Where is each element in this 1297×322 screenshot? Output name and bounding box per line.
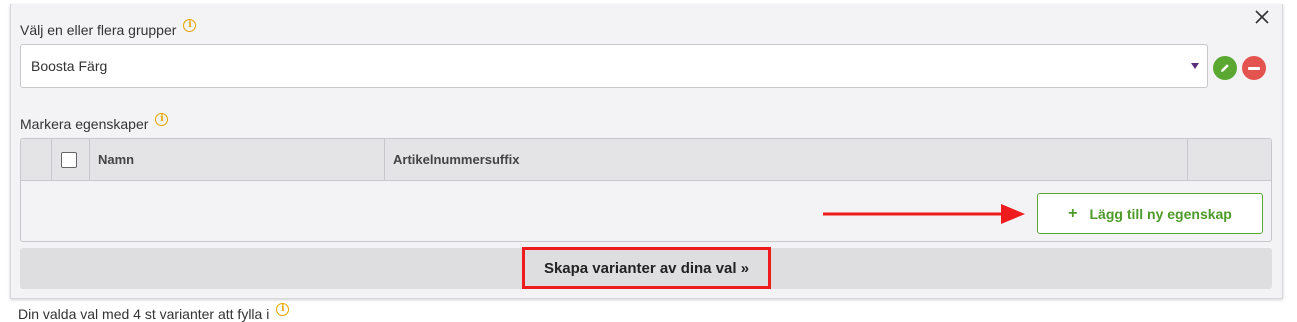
column-header-name[interactable]: Namn	[90, 139, 385, 180]
add-property-label: Lägg till ny egenskap	[1089, 205, 1232, 222]
remove-group-button[interactable]	[1242, 56, 1266, 80]
select-all-checkbox[interactable]	[61, 151, 77, 168]
groups-label-text: Välj en eller flera grupper	[20, 22, 177, 38]
properties-table: Namn Artikelnummersuffix + Lägg till ny …	[20, 138, 1272, 242]
column-header-suffix[interactable]: Artikelnummersuffix	[385, 139, 1188, 180]
group-select[interactable]: Boosta Färg	[20, 44, 1208, 88]
groups-label: Välj en eller flera grupper i	[20, 18, 197, 38]
select-all-column	[52, 139, 90, 180]
pencil-icon	[1221, 64, 1229, 72]
group-select-value: Boosta Färg	[31, 58, 108, 74]
drag-column-header	[21, 139, 52, 180]
properties-label-text: Markera egenskaper	[20, 116, 149, 132]
actions-column-header	[1188, 139, 1271, 180]
submit-bar: Skapa varianter av dina val »	[20, 247, 1272, 289]
dropdown-caret-icon	[1191, 63, 1199, 69]
red-arrow-annotation	[823, 204, 1025, 224]
footer-text: Din valda val med 4 st varianter att fyl…	[18, 302, 290, 322]
edit-group-button[interactable]	[1213, 56, 1237, 80]
minus-icon	[1248, 66, 1260, 70]
add-property-button[interactable]: + Lägg till ny egenskap	[1037, 193, 1263, 234]
plus-icon: +	[1068, 204, 1078, 222]
table-header: Namn Artikelnummersuffix	[21, 139, 1271, 181]
info-icon[interactable]: i	[183, 18, 197, 32]
info-icon[interactable]: i	[155, 112, 169, 126]
properties-label: Markera egenskaper i	[20, 112, 169, 132]
info-icon[interactable]: i	[276, 302, 290, 316]
close-icon[interactable]	[1254, 9, 1270, 25]
variant-panel: Välj en eller flera grupper i Boosta Fär…	[10, 4, 1283, 299]
create-variants-button[interactable]: Skapa varianter av dina val »	[522, 247, 771, 289]
footer-text-content: Din valda val med 4 st varianter att fyl…	[18, 306, 270, 322]
